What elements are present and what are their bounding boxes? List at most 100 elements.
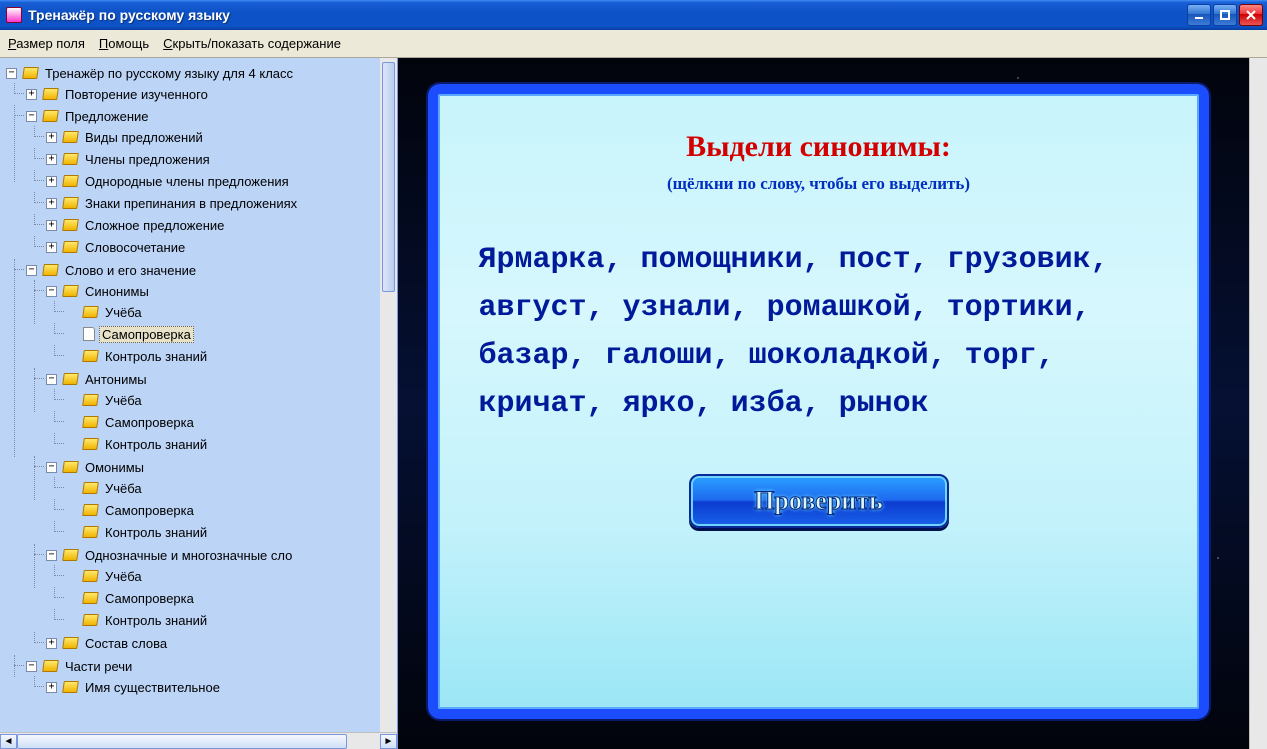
- scrollbar-thumb[interactable]: [17, 734, 347, 749]
- main-vertical-scrollbar[interactable]: [1249, 58, 1267, 749]
- book-icon: [82, 350, 99, 362]
- tree-leaf[interactable]: Самопроверка: [66, 588, 397, 608]
- book-icon: [62, 131, 79, 143]
- window-title: Тренажёр по русскому языку: [28, 7, 1187, 23]
- quiz-word[interactable]: Ярмарка: [479, 243, 605, 277]
- quiz-word[interactable]: ярко: [623, 387, 695, 421]
- scroll-left-arrow-icon[interactable]: ◄: [0, 734, 17, 749]
- tree-item-synonyms[interactable]: −Синонимы: [46, 281, 397, 301]
- menu-help[interactable]: Помощь: [99, 36, 149, 51]
- book-icon: [82, 570, 99, 582]
- tree-root[interactable]: −Тренажёр по русскому языку для 4 класс: [6, 63, 397, 83]
- menu-field-size-label: азмер поля: [16, 36, 85, 51]
- book-icon: [62, 549, 79, 561]
- tree-leaf[interactable]: Контроль знаний: [66, 610, 397, 630]
- book-icon: [82, 504, 99, 516]
- close-button[interactable]: [1239, 4, 1263, 26]
- quiz-word[interactable]: пост: [839, 243, 911, 277]
- book-icon: [62, 219, 79, 231]
- quiz-word[interactable]: шоколадкой: [749, 339, 929, 373]
- quiz-word[interactable]: кричат: [479, 387, 587, 421]
- quiz-word[interactable]: узнали: [623, 291, 731, 325]
- quiz-word[interactable]: рынок: [839, 387, 929, 421]
- scroll-right-arrow-icon[interactable]: ►: [380, 734, 397, 749]
- quiz-word[interactable]: изба: [731, 387, 803, 421]
- book-icon: [42, 264, 59, 276]
- scrollbar-track[interactable]: [17, 734, 380, 749]
- quiz-words: Ярмарка, помощники, пост, грузовик, авгу…: [479, 236, 1159, 428]
- quiz-word[interactable]: торг: [965, 339, 1037, 373]
- book-icon: [82, 438, 99, 450]
- tree-item[interactable]: −Предложение: [26, 106, 397, 126]
- quiz-card: Выдели синонимы: (щёлкни по слову, чтобы…: [428, 84, 1209, 719]
- tree-leaf[interactable]: Контроль знаний: [66, 346, 397, 366]
- check-button[interactable]: Проверить: [689, 474, 949, 528]
- quiz-title: Выдели синонимы:: [686, 130, 951, 164]
- tree-horizontal-scrollbar[interactable]: ◄ ►: [0, 732, 397, 749]
- book-icon: [62, 153, 79, 165]
- app-icon: [6, 7, 22, 23]
- book-icon: [82, 394, 99, 406]
- tree-leaf[interactable]: Учёба: [66, 302, 397, 322]
- quiz-word[interactable]: базар: [479, 339, 569, 373]
- book-icon: [82, 306, 99, 318]
- menu-field-size[interactable]: Размер поля: [8, 36, 85, 51]
- tree-leaf[interactable]: Учёба: [66, 566, 397, 586]
- book-icon: [42, 660, 59, 672]
- book-icon: [22, 67, 39, 79]
- book-icon: [82, 614, 99, 626]
- book-icon: [62, 285, 79, 297]
- book-icon: [82, 416, 99, 428]
- tree-leaf[interactable]: Учёба: [66, 478, 397, 498]
- tree-leaf[interactable]: Контроль знаний: [66, 434, 397, 454]
- book-icon: [62, 637, 79, 649]
- tree-item[interactable]: +Виды предложений: [46, 127, 397, 147]
- book-icon: [62, 461, 79, 473]
- menubar: Размер поля Помощь Скрыть/показать содер…: [0, 30, 1267, 58]
- tree-item[interactable]: +Повторение изученного: [26, 84, 397, 104]
- work-area: −Тренажёр по русскому языку для 4 класс …: [0, 58, 1267, 749]
- book-icon: [62, 681, 79, 693]
- tree-leaf[interactable]: Самопроверка: [66, 500, 397, 520]
- toc-pane: −Тренажёр по русскому языку для 4 класс …: [0, 58, 398, 749]
- tree-item[interactable]: −Слово и его значение: [26, 260, 397, 280]
- book-icon: [82, 526, 99, 538]
- quiz-word[interactable]: галоши: [605, 339, 713, 373]
- book-icon: [62, 241, 79, 253]
- menu-toggle-toc-label: крыть/показать содержание: [173, 36, 341, 51]
- scrollbar-thumb[interactable]: [382, 62, 395, 292]
- window-buttons: [1187, 4, 1263, 26]
- tree-leaf[interactable]: Контроль знаний: [66, 522, 397, 542]
- book-icon: [62, 175, 79, 187]
- quiz-word[interactable]: август: [479, 291, 587, 325]
- tree-item[interactable]: −Однозначные и многозначные сло: [46, 545, 397, 565]
- quiz-word[interactable]: помощники: [641, 243, 803, 277]
- tree-item[interactable]: +Имя существительное: [46, 677, 397, 697]
- maximize-button[interactable]: [1213, 4, 1237, 26]
- tree-vertical-scrollbar[interactable]: [380, 58, 397, 732]
- tree-item[interactable]: +Члены предложения: [46, 149, 397, 169]
- tree-item[interactable]: +Однородные члены предложения: [46, 171, 397, 191]
- tree-item[interactable]: +Знаки препинания в предложениях: [46, 193, 397, 213]
- toc-tree[interactable]: −Тренажёр по русскому языку для 4 класс …: [0, 58, 397, 732]
- tree-item[interactable]: −Части речи: [26, 656, 397, 676]
- book-icon: [62, 373, 79, 385]
- quiz-word[interactable]: грузовик: [947, 243, 1091, 277]
- titlebar: Тренажёр по русскому языку: [0, 0, 1267, 30]
- tree-item[interactable]: +Словосочетание: [46, 237, 397, 257]
- tree-item[interactable]: −Омонимы: [46, 457, 397, 477]
- minimize-button[interactable]: [1187, 4, 1211, 26]
- quiz-word[interactable]: ромашкой: [767, 291, 911, 325]
- tree-leaf[interactable]: Самопроверка: [66, 412, 397, 432]
- tree-item[interactable]: −Антонимы: [46, 369, 397, 389]
- tree-leaf[interactable]: Учёба: [66, 390, 397, 410]
- quiz-word[interactable]: тортики: [947, 291, 1073, 325]
- menu-toggle-toc[interactable]: Скрыть/показать содержание: [163, 36, 341, 51]
- tree-leaf-selected[interactable]: Самопроверка: [66, 324, 397, 344]
- content-pane: Выдели синонимы: (щёлкни по слову, чтобы…: [398, 58, 1249, 749]
- book-icon: [82, 482, 99, 494]
- book-icon: [42, 110, 59, 122]
- tree-item[interactable]: +Сложное предложение: [46, 215, 397, 235]
- tree-item[interactable]: +Состав слова: [46, 633, 397, 653]
- page-icon: [83, 327, 95, 341]
